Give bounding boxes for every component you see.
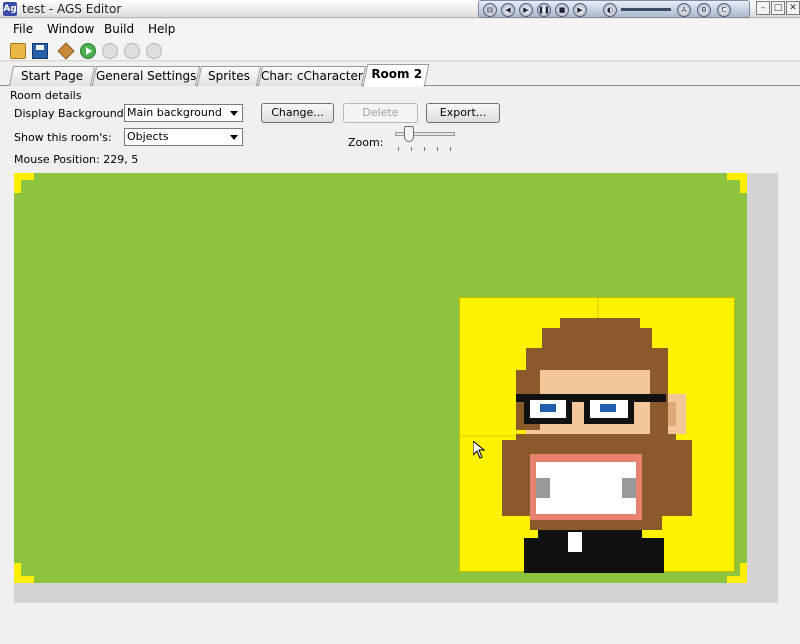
media-pause-icon[interactable]: ❚❚ <box>537 3 551 17</box>
media-player-bar: ▤ ◀ ▶ ❚❚ ■ ▶ ◐ A B C <box>478 0 750 18</box>
tab-sprites[interactable]: Sprites <box>196 66 262 86</box>
corner-marker <box>14 173 34 193</box>
zoom-tick <box>398 147 399 151</box>
change-button[interactable]: Change... <box>261 103 334 123</box>
delete-button[interactable]: Delete <box>343 103 418 123</box>
media-prev-icon[interactable]: ◀ <box>501 3 515 17</box>
media-stop-icon[interactable]: ■ <box>555 3 569 17</box>
toolbar <box>0 39 800 61</box>
export-button[interactable]: Export... <box>426 103 500 123</box>
menu-help[interactable]: Help <box>148 22 175 36</box>
title-bar: Ag test - AGS Editor ▤ ◀ ▶ ❚❚ ■ ▶ ◐ A B … <box>0 0 800 18</box>
display-background-select[interactable]: Main background <box>124 104 243 122</box>
media-volume-icon[interactable]: ◐ <box>603 3 617 17</box>
room-panel: Room details Display Background: Main ba… <box>0 86 800 644</box>
media-option-a-icon[interactable]: A <box>677 3 691 17</box>
mouse-cursor-icon <box>473 441 485 459</box>
open-icon[interactable] <box>10 43 26 59</box>
character-portrait-icon <box>460 298 692 573</box>
display-background-label: Display Background: <box>14 107 128 120</box>
document-tabs: Start Page General Settings Sprites Char… <box>0 62 800 87</box>
close-icon[interactable]: ✕ <box>786 1 800 15</box>
room-canvas-area[interactable] <box>14 173 778 603</box>
media-next-icon[interactable]: ▶ <box>573 3 587 17</box>
step-icon <box>124 43 140 59</box>
save-icon[interactable] <box>32 43 48 59</box>
zoom-tick <box>411 147 412 151</box>
tab-general-settings[interactable]: General Settings <box>91 66 201 86</box>
media-play-icon[interactable]: ▶ <box>519 3 533 17</box>
room-details-label: Room details <box>10 89 82 102</box>
mouse-position: Mouse Position: 229, 5 <box>14 153 139 166</box>
run-icon[interactable] <box>80 43 96 59</box>
pause-icon <box>102 43 118 59</box>
media-option-b-icon[interactable]: B <box>697 3 711 17</box>
room-background[interactable] <box>14 173 747 583</box>
tab-char-ccharacter[interactable]: Char: cCharacter <box>257 66 367 86</box>
window-title: test - AGS Editor <box>22 2 122 16</box>
chevron-down-icon <box>230 135 238 140</box>
menu-bar: File Window Build Help <box>0 19 800 39</box>
zoom-slider-thumb[interactable] <box>404 126 414 142</box>
corner-marker <box>14 563 34 583</box>
media-option-c-icon[interactable]: C <box>717 3 731 17</box>
tab-room-2[interactable]: Room 2 <box>362 64 430 87</box>
media-volume-slider[interactable] <box>621 8 671 11</box>
zoom-tick <box>450 147 451 151</box>
ags-app-icon: Ag <box>3 2 17 16</box>
menu-file[interactable]: File <box>13 22 33 36</box>
media-menu-icon[interactable]: ▤ <box>483 3 497 17</box>
menu-build[interactable]: Build <box>104 22 134 36</box>
show-rooms-label: Show this room's: <box>14 131 112 144</box>
maximize-icon[interactable]: □ <box>771 1 785 15</box>
zoom-tick <box>424 147 425 151</box>
show-rooms-select[interactable]: Objects <box>124 128 243 146</box>
stop-icon <box>146 43 162 59</box>
room-object-sprite[interactable] <box>459 297 735 573</box>
minimize-icon[interactable]: – <box>756 1 770 15</box>
zoom-tick <box>437 147 438 151</box>
menu-window[interactable]: Window <box>47 22 94 36</box>
corner-marker <box>727 173 747 193</box>
build-icon[interactable] <box>57 42 75 60</box>
chevron-down-icon <box>230 111 238 116</box>
tab-start-page[interactable]: Start Page <box>8 66 96 86</box>
zoom-label: Zoom: <box>348 136 384 149</box>
